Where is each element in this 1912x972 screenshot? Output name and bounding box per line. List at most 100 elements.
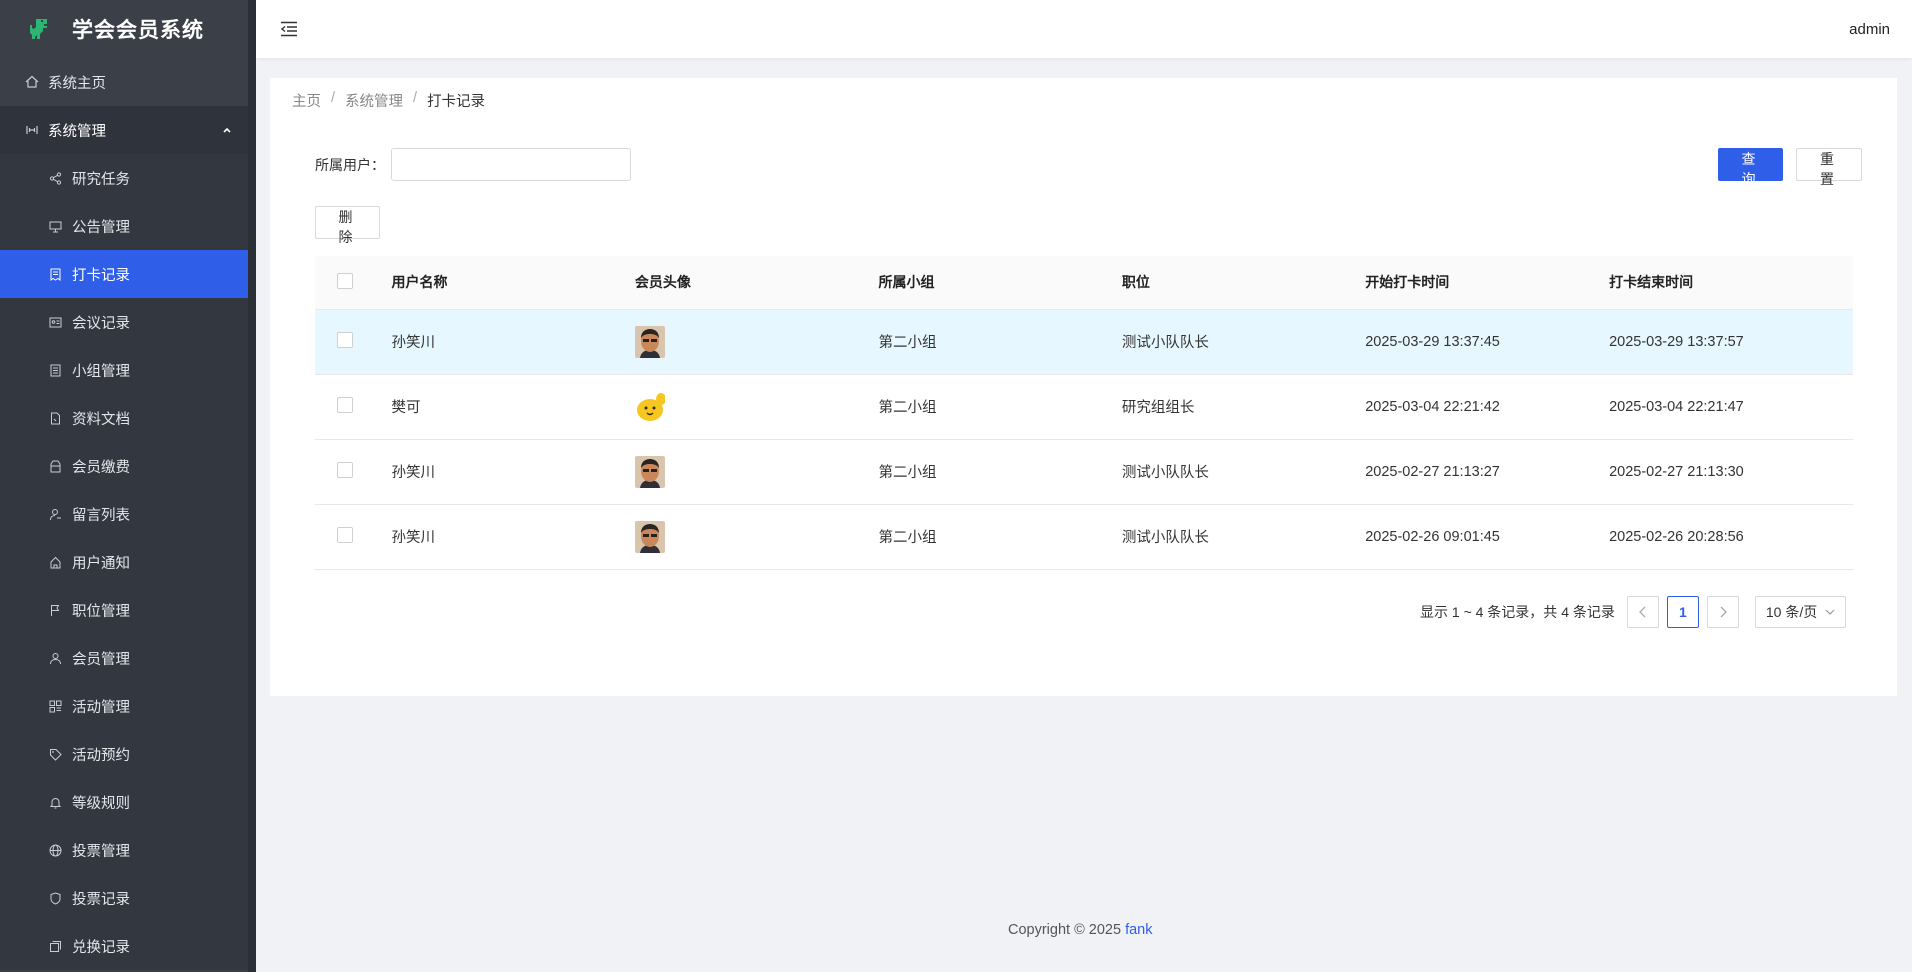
select-all-checkbox[interactable] — [337, 272, 353, 289]
copy-icon — [48, 939, 62, 953]
column-header: 所属小组 — [878, 256, 1122, 310]
sidebar-item-level[interactable]: 等级规则 — [0, 778, 248, 826]
column-header: 会员头像 — [634, 256, 879, 310]
user-search-input[interactable] — [391, 148, 631, 181]
sidebar-item-label: 打卡记录 — [72, 267, 130, 284]
column-header: 用户名称 — [391, 256, 635, 310]
table-row[interactable]: 孙笑川 第二小组 测试小队队长 2025-02-26 09:01:45 2025… — [315, 504, 1853, 570]
submenu-system: 研究任务 公告管理 打卡记录 会议记录 小组管理 资料文档 会员缴费 留言列表 … — [0, 154, 256, 970]
house-bell-icon — [48, 555, 62, 569]
sidebar-item-docs[interactable]: 资料文档 — [0, 394, 248, 442]
breadcrumb-parent[interactable]: 系统管理 — [345, 90, 403, 111]
sidebar-item-meeting[interactable]: 会议记录 — [0, 298, 248, 346]
member-avatar[interactable] — [634, 520, 665, 553]
sidebar-item-members[interactable]: 会员管理 — [0, 634, 248, 682]
grid-icon — [48, 699, 62, 713]
pagination: 显示 1 ~ 4 条记录，共 4 条记录 1 10 条/页 — [1420, 596, 1846, 628]
sidebar-item-label: 用户通知 — [72, 555, 130, 572]
sidebar-item-label: 投票记录 — [72, 891, 130, 908]
list-icon — [48, 363, 62, 377]
file-icon — [48, 411, 62, 425]
breadcrumb-separator: / — [413, 90, 418, 106]
sidebar-item-payment[interactable]: 会员缴费 — [0, 442, 248, 490]
sidebar-scrollbar[interactable] — [248, 0, 256, 972]
sidebar-item-position[interactable]: 职位管理 — [0, 586, 248, 634]
sidebar-item-label: 会员管理 — [72, 651, 130, 668]
page-size-select[interactable]: 10 条/页 — [1754, 596, 1846, 628]
sidebar-item-group[interactable]: 小组管理 — [0, 346, 248, 394]
wallet-icon — [48, 459, 62, 473]
query-button[interactable]: 查询 — [1718, 148, 1783, 187]
sidebar: 学会会员系统 系统主页 系统管理 研究任务 公告管理 打卡记录 会议记录 小组管… — [0, 0, 256, 972]
cell-group: 第二小组 — [878, 439, 1122, 505]
table-row[interactable]: 孙笑川 第二小组 测试小队队长 2025-02-27 21:13:27 2025… — [315, 439, 1853, 505]
sidebar-item-label: 会员缴费 — [72, 459, 130, 476]
sidebar-item-notify[interactable]: 用户通知 — [0, 538, 248, 586]
sidebar-item-label: 公告管理 — [72, 219, 130, 236]
member-avatar[interactable] — [634, 325, 665, 358]
sidebar-item-label: 活动预约 — [72, 747, 130, 764]
table-header-row: 用户名称 会员头像 所属小组 职位 开始打卡时间 打卡结束时间 — [315, 256, 1853, 310]
sidebar-item-label: 投票管理 — [72, 843, 130, 860]
member-avatar[interactable] — [635, 391, 665, 423]
cell-name: 樊可 — [391, 374, 635, 440]
logo: 学会会员系统 — [0, 0, 256, 58]
cell-start-time: 2025-03-04 22:21:42 — [1365, 374, 1610, 440]
cell-position: 测试小队队长 — [1121, 309, 1366, 375]
chevron-up-icon — [220, 123, 234, 137]
search-label: 所属用户： — [315, 156, 385, 173]
row-checkbox[interactable] — [337, 461, 353, 478]
sidebar-item-label: 资料文档 — [72, 411, 130, 428]
sidebar-item-research-task[interactable]: 研究任务 — [0, 154, 248, 202]
cell-name: 孙笑川 — [391, 439, 635, 505]
cell-start-time: 2025-02-26 09:01:45 — [1365, 504, 1610, 570]
cell-group: 第二小组 — [878, 504, 1122, 570]
row-checkbox[interactable] — [337, 396, 353, 413]
author-link[interactable]: fank — [1125, 922, 1152, 938]
sidebar-item-checkin[interactable]: 打卡记录 — [0, 250, 248, 298]
row-checkbox[interactable] — [337, 331, 353, 348]
table-row[interactable]: 孙笑川 第二小组 测试小队队长 2025-03-29 13:37:45 2025… — [315, 309, 1853, 375]
sidebar-item-activity[interactable]: 活动管理 — [0, 682, 248, 730]
sidebar-item-label: 等级规则 — [72, 795, 130, 812]
member-avatar[interactable] — [634, 455, 665, 488]
receipt-icon — [48, 267, 62, 281]
user-menu[interactable]: admin — [1849, 21, 1890, 38]
prev-page-button[interactable] — [1626, 596, 1659, 628]
cell-start-time: 2025-03-29 13:37:45 — [1365, 309, 1610, 375]
sidebar-item-vote-record[interactable]: 投票记录 — [0, 874, 248, 922]
shield-icon — [48, 891, 62, 905]
sidebar-item-label: 兑换记录 — [72, 939, 130, 956]
menu-fold-icon[interactable] — [278, 18, 300, 40]
sidebar-item-reservation[interactable]: 活动预约 — [0, 730, 248, 778]
cell-end-time: 2025-02-27 21:13:30 — [1609, 439, 1853, 505]
globe-icon — [48, 843, 62, 857]
menu-group-system-toggle[interactable]: 系统管理 — [0, 106, 256, 154]
monitor-icon — [48, 219, 62, 233]
column-header: 职位 — [1121, 256, 1366, 310]
top-header: admin — [256, 0, 1912, 58]
menu-item-home[interactable]: 系统主页 — [0, 58, 256, 106]
menu-group-label: 系统管理 — [48, 123, 106, 140]
sidebar-item-notice[interactable]: 公告管理 — [0, 202, 248, 250]
menu-group-system: 系统管理 研究任务 公告管理 打卡记录 会议记录 小组管理 资料文档 会员缴费 … — [0, 106, 256, 970]
dinosaur-logo-icon — [26, 16, 52, 42]
pagination-summary: 显示 1 ~ 4 条记录，共 4 条记录 — [1420, 604, 1615, 620]
table-row[interactable]: 樊可 第二小组 研究组组长 2025-03-04 22:21:42 2025-0… — [315, 374, 1853, 440]
row-checkbox[interactable] — [337, 526, 353, 543]
reset-button[interactable]: 重置 — [1796, 148, 1862, 187]
page-number-button[interactable]: 1 — [1666, 596, 1699, 628]
next-page-button[interactable] — [1706, 596, 1739, 628]
sidebar-item-messages[interactable]: 留言列表 — [0, 490, 248, 538]
cell-start-time: 2025-02-27 21:13:27 — [1365, 439, 1610, 505]
chevron-left-icon — [1638, 606, 1646, 618]
sidebar-item-label: 活动管理 — [72, 699, 130, 716]
delete-button[interactable]: 删除 — [315, 206, 380, 245]
breadcrumb-home[interactable]: 主页 — [292, 90, 321, 111]
sidebar-item-vote[interactable]: 投票管理 — [0, 826, 248, 874]
app-title: 学会会员系统 — [72, 19, 204, 42]
cell-end-time: 2025-02-26 20:28:56 — [1609, 504, 1853, 570]
page-size-value: 10 条/页 — [1765, 604, 1818, 620]
cell-position: 测试小队队长 — [1121, 504, 1366, 570]
sidebar-item-exchange[interactable]: 兑换记录 — [0, 922, 248, 970]
